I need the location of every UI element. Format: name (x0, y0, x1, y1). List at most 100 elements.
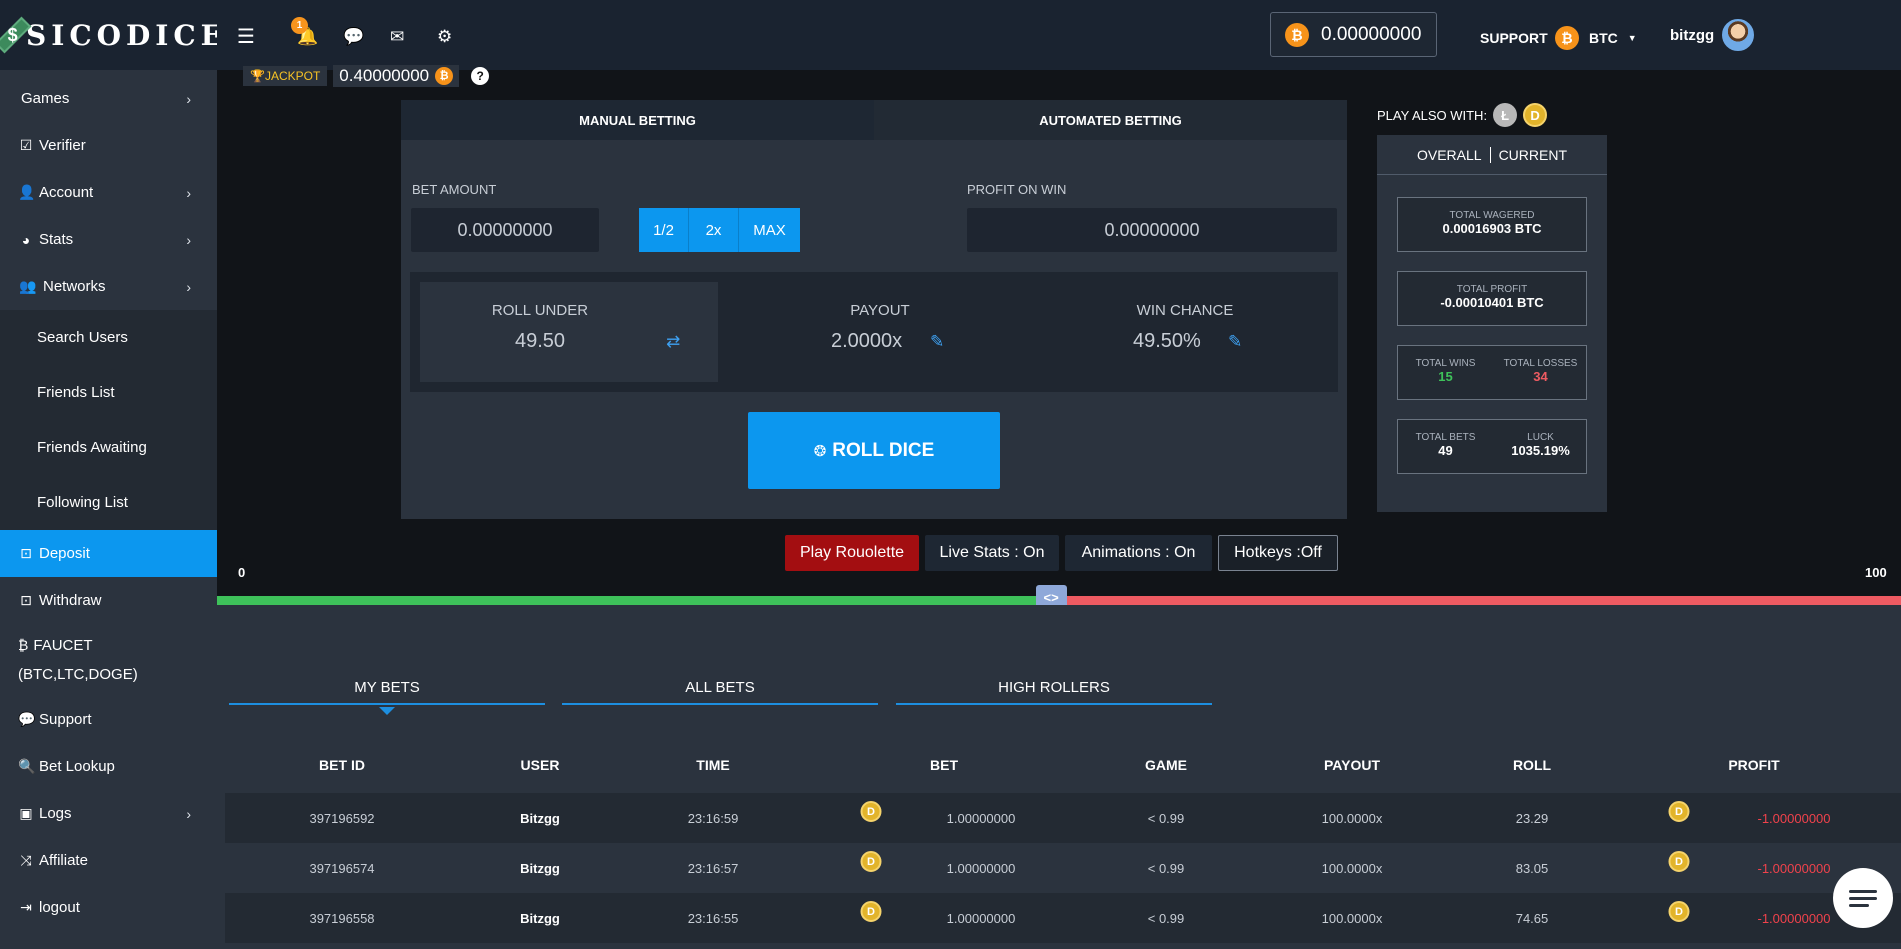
sidebar-item-verifier[interactable]: ☑ Verifier (0, 122, 217, 169)
sidebar-item-faucet[interactable]: ₿ FAUCET (BTC,LTC,DOGE) (0, 624, 217, 696)
column-header-user[interactable]: USER (521, 757, 560, 773)
sidebar-subitem-search-users[interactable]: Search Users (0, 310, 217, 365)
tab-automated-betting[interactable]: AUTOMATED BETTING (874, 100, 1347, 140)
table-row[interactable]: 397196558 Bitzgg 23:16:55 D 1.00000000 <… (225, 893, 1901, 943)
max-button[interactable]: MAX (739, 208, 800, 252)
bet-amount: 1.00000000 (946, 861, 1016, 876)
sidebar-item-logout[interactable]: ⇥ logout (0, 884, 217, 931)
slider-max-label: 100 (1865, 565, 1887, 580)
roll-settings-row: ROLL UNDER 49.50 ⇄ PAYOUT 2.0000x ✎ WIN … (410, 272, 1338, 392)
animations-toggle[interactable]: Animations : On (1065, 535, 1212, 571)
total-losses-value: 34 (1533, 369, 1548, 384)
bet-game: < 0.99 (1147, 911, 1185, 926)
total-wagered-value: 0.00016903 BTC (1442, 221, 1542, 236)
currency-select[interactable]: ₿ BTC ▼ (1555, 26, 1637, 50)
sidebar-item-networks[interactable]: 👥 Networks › (0, 263, 217, 310)
double-button[interactable]: 2x (689, 208, 739, 252)
chevron-right-icon: › (186, 231, 191, 248)
profit-on-win-input[interactable]: 0.00000000 (967, 208, 1337, 252)
sidebar-item-stats[interactable]: ◕ Stats › (0, 216, 217, 263)
logo[interactable]: $ SICODICE (0, 0, 222, 70)
swap-icon[interactable]: ⇄ (666, 332, 680, 352)
bet-user[interactable]: Bitzgg (520, 911, 560, 926)
active-tab-arrow (379, 707, 395, 715)
sidebar-item-withdraw[interactable]: ⊡ Withdraw (0, 577, 217, 624)
bet-id[interactable]: 397196558 (309, 911, 374, 926)
chat-widget-button[interactable] (1833, 868, 1893, 928)
dogecoin-icon[interactable]: D (1523, 103, 1548, 127)
jackpot-bar: 🏆JACKPOT 0.40000000 ₿ ? (243, 65, 490, 87)
play-rouelette-button[interactable]: Play Rouolette (785, 535, 919, 571)
bet-amount-input[interactable]: 0.00000000 (411, 208, 599, 252)
sidebar-item-support[interactable]: 💬 Support (0, 696, 217, 743)
bet-id[interactable]: 397196574 (309, 861, 374, 876)
sidebar-item-games[interactable]: Games › (0, 75, 217, 122)
luck-value: 1035.19% (1511, 443, 1570, 458)
total-bets-value: 49 (1438, 443, 1453, 458)
help-icon[interactable]: ? (471, 67, 490, 85)
logout-icon: ⇥ (20, 899, 32, 915)
sidebar-item-label: Withdraw (39, 592, 102, 609)
upload-icon: ⊡ (20, 592, 32, 608)
roll-under-box[interactable]: ROLL UNDER 49.50 ⇄ (420, 282, 718, 382)
litecoin-icon[interactable]: Ł (1493, 103, 1518, 127)
column-header-payout[interactable]: PAYOUT (1324, 757, 1380, 773)
sidebar-item-bet-lookup[interactable]: 🔍 Bet Lookup (0, 743, 217, 790)
total-wagered-box: TOTAL WAGERED 0.00016903 BTC (1397, 197, 1587, 252)
bet-id[interactable]: 397196592 (309, 811, 374, 826)
sidebar-subitem-friends-awaiting[interactable]: Friends Awaiting (0, 420, 217, 475)
tab-all-bets[interactable]: ALL BETS (562, 671, 878, 705)
roll-dice-button[interactable]: ❂ ROLL DICE (748, 412, 1000, 489)
bet-payout: 100.0000x (1321, 911, 1383, 926)
bet-time: 23:16:55 (687, 911, 739, 926)
hotkeys-toggle[interactable]: Hotkeys :Off (1218, 535, 1338, 571)
tab-high-rollers[interactable]: HIGH ROLLERS (896, 671, 1212, 705)
edit-payout-icon[interactable]: ✎ (930, 332, 944, 352)
dogecoin-icon: D (860, 901, 882, 922)
networks-submenu: Search Users Friends List Friends Awaiti… (0, 310, 217, 530)
sidebar-subitem-friends-list[interactable]: Friends List (0, 365, 217, 420)
sidebar-subitem-following-list[interactable]: Following List (0, 475, 217, 530)
log-icon: ▣ (19, 805, 33, 821)
live-stats-toggle[interactable]: Live Stats : On (925, 535, 1059, 571)
slider-min-label: 0 (238, 565, 246, 580)
chat-icon[interactable]: 💬 (343, 27, 364, 47)
support-link[interactable]: SUPPORT (1480, 30, 1548, 46)
user-menu[interactable]: bitzgg (1670, 19, 1755, 51)
total-wins-label: TOTAL WINS (1415, 358, 1476, 369)
tab-overall[interactable]: OVERALL (1417, 147, 1482, 163)
win-chance-value: 49.50% (1133, 330, 1201, 352)
balance-display[interactable]: ₿ 0.00000000 (1270, 12, 1437, 57)
bet-profit: -1.00000000 (1757, 861, 1831, 876)
tab-my-bets[interactable]: MY BETS (229, 671, 545, 705)
edit-win-chance-icon[interactable]: ✎ (1228, 332, 1242, 352)
column-header-roll[interactable]: ROLL (1513, 757, 1551, 773)
tab-current[interactable]: CURRENT (1499, 147, 1567, 163)
total-losses-label: TOTAL LOSSES (1503, 358, 1578, 369)
sidebar-item-affiliate[interactable]: ⤨ Affiliate (0, 837, 217, 884)
half-button[interactable]: 1/2 (639, 208, 689, 252)
gear-icon[interactable]: ⚙ (437, 27, 452, 47)
hamburger-menu-icon[interactable]: ☰ (237, 24, 255, 49)
column-header-profit[interactable]: PROFIT (1728, 757, 1779, 773)
bet-user[interactable]: Bitzgg (520, 861, 560, 876)
chevron-right-icon: › (186, 184, 191, 201)
bet-user[interactable]: Bitzgg (520, 811, 560, 826)
column-header-bet-id[interactable]: BET ID (319, 757, 365, 773)
sidebar-item-account[interactable]: 👤 Account › (0, 169, 217, 216)
column-header-time[interactable]: TIME (696, 757, 729, 773)
sidebar-item-logs[interactable]: ▣ Logs › (0, 790, 217, 837)
caret-down-icon: ▼ (1627, 33, 1637, 43)
envelope-icon[interactable]: ✉ (390, 27, 404, 47)
sidebar-item-deposit[interactable]: ⊡ Deposit (0, 530, 217, 577)
table-row[interactable]: 397196592 Bitzgg 23:16:59 D 1.00000000 <… (225, 793, 1901, 843)
notification-badge: 1 (291, 17, 308, 34)
column-header-bet[interactable]: BET (930, 757, 958, 773)
play-also-label: PLAY ALSO WITH: (1377, 107, 1488, 123)
slider-lose-track[interactable] (1050, 596, 1901, 605)
slider-win-track[interactable] (217, 596, 1051, 605)
column-header-game[interactable]: GAME (1145, 757, 1187, 773)
sidebar-item-label: Games (21, 90, 70, 107)
tab-manual-betting[interactable]: MANUAL BETTING (401, 100, 874, 140)
table-row[interactable]: 397196574 Bitzgg 23:16:57 D 1.00000000 <… (225, 843, 1901, 893)
